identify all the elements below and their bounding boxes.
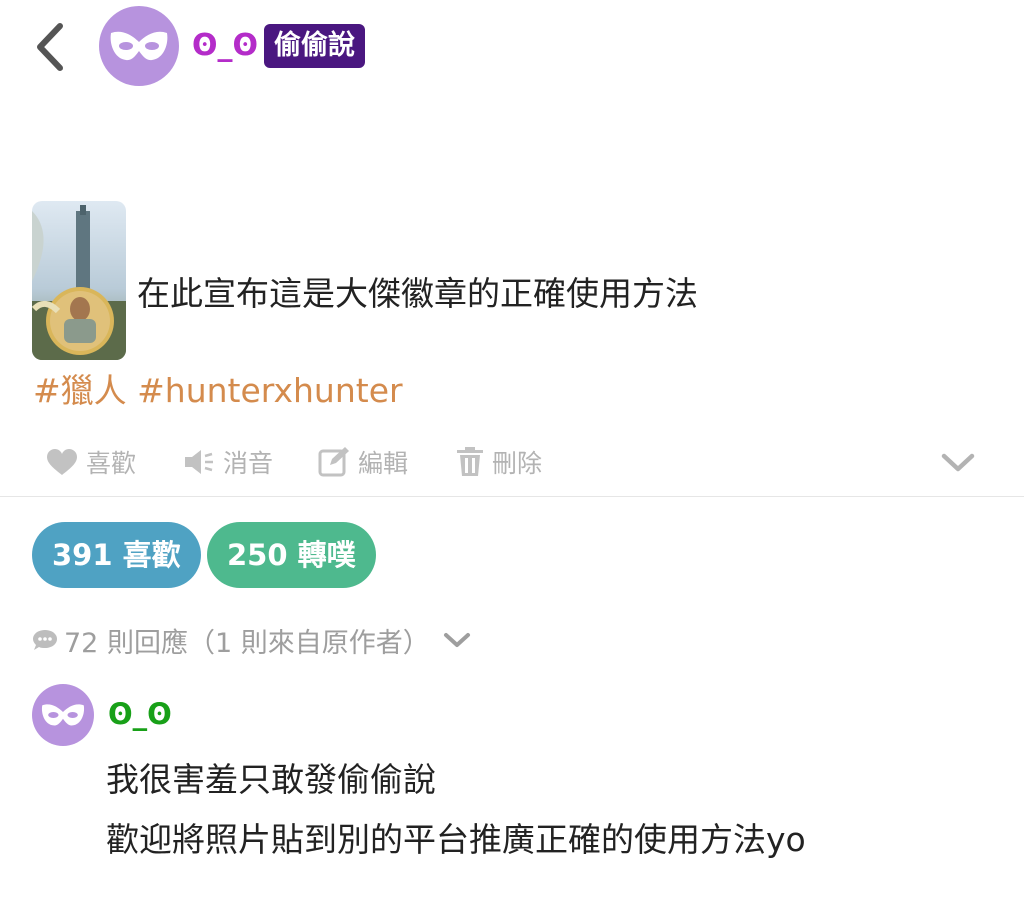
author-name[interactable]: ʘ_ʘ xyxy=(192,26,258,66)
comment-line: 歡迎將照片貼到別的平台推廣正確的使用方法yo xyxy=(106,820,806,859)
mute-label: 消音 xyxy=(223,449,274,478)
mask-icon xyxy=(41,704,85,726)
comment-text: 我很害羞只敢發偷偷說 歡迎將照片貼到別的平台推廣正確的使用方法yo xyxy=(106,750,806,870)
like-button[interactable]: 喜歡 xyxy=(46,440,136,484)
tag-hunterxhunter[interactable]: #hunterxhunter xyxy=(137,371,402,410)
heart-icon xyxy=(47,449,77,475)
likes-count-button[interactable]: 391 喜歡 xyxy=(32,522,201,588)
comment-line: 我很害羞只敢發偷偷說 xyxy=(106,760,436,799)
post-text: 在此宣布這是大傑徽章的正確使用方法 xyxy=(137,274,698,313)
divider xyxy=(0,496,1024,497)
delete-label: 刪除 xyxy=(492,449,543,478)
commenter-avatar[interactable] xyxy=(32,684,94,746)
edit-button[interactable]: 編輯 xyxy=(318,440,408,484)
like-label: 喜歡 xyxy=(86,449,137,478)
responses-summary: 72 則回應（1 則來自原作者） xyxy=(64,627,430,659)
trash-icon xyxy=(457,447,483,476)
chevron-down-icon xyxy=(941,453,975,472)
author-avatar[interactable] xyxy=(99,6,179,86)
mask-icon xyxy=(110,31,168,61)
replurks-count-button[interactable]: 250 轉噗 xyxy=(207,522,376,588)
back-button[interactable] xyxy=(30,22,70,72)
post-image-thumbnail[interactable] xyxy=(32,201,126,360)
photo-thumbnail-icon xyxy=(32,201,126,360)
more-options-button[interactable] xyxy=(938,444,978,480)
mute-button[interactable]: 消音 xyxy=(183,440,273,484)
comment-bubble-icon xyxy=(33,630,57,650)
edit-icon xyxy=(318,447,349,477)
post-tags: #獵人 #hunterxhunter xyxy=(33,366,403,416)
commenter-name[interactable]: ʘ_ʘ xyxy=(108,694,172,734)
chevron-down-icon xyxy=(443,633,470,647)
chevron-left-icon xyxy=(37,23,63,71)
responses-toggle[interactable]: 72 則回應（1 則來自原作者） xyxy=(32,618,472,662)
anonymous-badge: 偷偷說 xyxy=(264,24,365,68)
tag-hunter[interactable]: #獵人 xyxy=(33,371,127,410)
speaker-mute-icon xyxy=(185,450,213,474)
edit-label: 編輯 xyxy=(358,449,409,478)
delete-button[interactable]: 刪除 xyxy=(456,440,542,484)
